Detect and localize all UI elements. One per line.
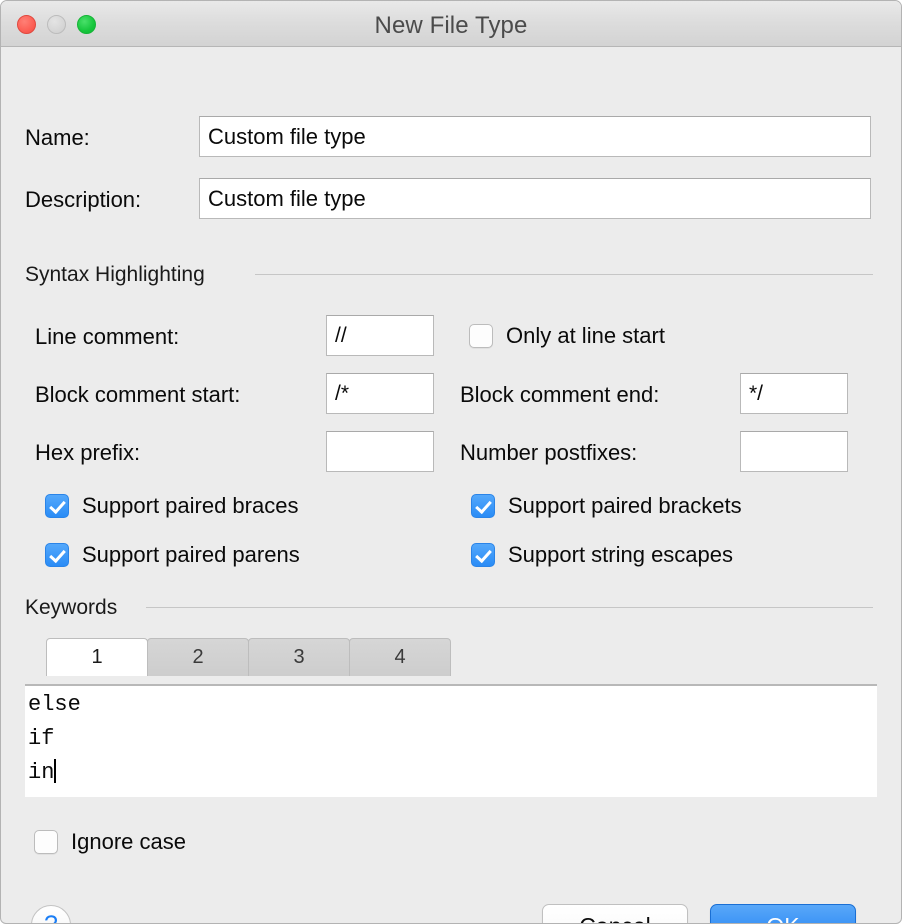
support-paired-braces-row[interactable]: Support paired braces [45, 493, 298, 519]
support-paired-brackets-row[interactable]: Support paired brackets [471, 493, 742, 519]
ok-button[interactable]: OK [710, 904, 856, 924]
support-paired-braces-checkbox[interactable] [45, 494, 69, 518]
support-paired-braces-label: Support paired braces [82, 493, 298, 519]
support-paired-brackets-checkbox[interactable] [471, 494, 495, 518]
support-string-escapes-checkbox[interactable] [471, 543, 495, 567]
keyword-group-tabs: 1 2 3 4 [46, 638, 450, 676]
line-comment-input[interactable]: // [326, 315, 434, 356]
number-postfixes-input[interactable] [740, 431, 848, 472]
hex-prefix-input[interactable] [326, 431, 434, 472]
number-postfixes-label: Number postfixes: [460, 440, 637, 466]
text-caret [54, 759, 56, 783]
keyword-tab-1[interactable]: 1 [46, 638, 148, 676]
dialog-content: Name: Custom file type Description: Cust… [1, 47, 901, 924]
support-paired-brackets-label: Support paired brackets [508, 493, 742, 519]
line-comment-label: Line comment: [35, 324, 179, 350]
keyword-tab-4[interactable]: 4 [349, 638, 451, 676]
support-paired-parens-checkbox[interactable] [45, 543, 69, 567]
description-label: Description: [25, 187, 141, 213]
new-file-type-dialog: New File Type Name: Custom file type Des… [0, 0, 902, 924]
hex-prefix-label: Hex prefix: [35, 440, 140, 466]
keywords-textarea-wrapper: else if in [25, 684, 877, 797]
support-paired-parens-label: Support paired parens [82, 542, 300, 568]
block-comment-start-input[interactable]: /* [326, 373, 434, 414]
keyword-tab-2[interactable]: 2 [147, 638, 249, 676]
keywords-section-label: Keywords [25, 596, 117, 620]
only-at-line-start-checkbox-row[interactable]: Only at line start [469, 323, 665, 349]
ignore-case-row[interactable]: Ignore case [34, 829, 186, 855]
block-comment-end-input[interactable]: */ [740, 373, 848, 414]
name-input[interactable]: Custom file type [199, 116, 871, 157]
keywords-divider [146, 607, 873, 608]
cancel-button[interactable]: Cancel [542, 904, 688, 924]
name-label: Name: [25, 125, 90, 151]
description-input[interactable]: Custom file type [199, 178, 871, 219]
only-at-line-start-checkbox[interactable] [469, 324, 493, 348]
keywords-textarea[interactable]: else if in [25, 686, 877, 797]
only-at-line-start-label: Only at line start [506, 323, 665, 349]
support-string-escapes-row[interactable]: Support string escapes [471, 542, 733, 568]
ignore-case-checkbox[interactable] [34, 830, 58, 854]
keyword-tab-3[interactable]: 3 [248, 638, 350, 676]
window-titlebar: New File Type [1, 1, 901, 47]
support-paired-parens-row[interactable]: Support paired parens [45, 542, 300, 568]
block-comment-start-label: Block comment start: [35, 382, 240, 408]
syntax-highlighting-section-label: Syntax Highlighting [25, 263, 205, 287]
support-string-escapes-label: Support string escapes [508, 542, 733, 568]
help-button[interactable]: ? [31, 905, 71, 924]
syntax-highlighting-divider [255, 274, 873, 275]
ignore-case-label: Ignore case [71, 829, 186, 855]
window-title: New File Type [1, 12, 901, 40]
block-comment-end-label: Block comment end: [460, 382, 659, 408]
